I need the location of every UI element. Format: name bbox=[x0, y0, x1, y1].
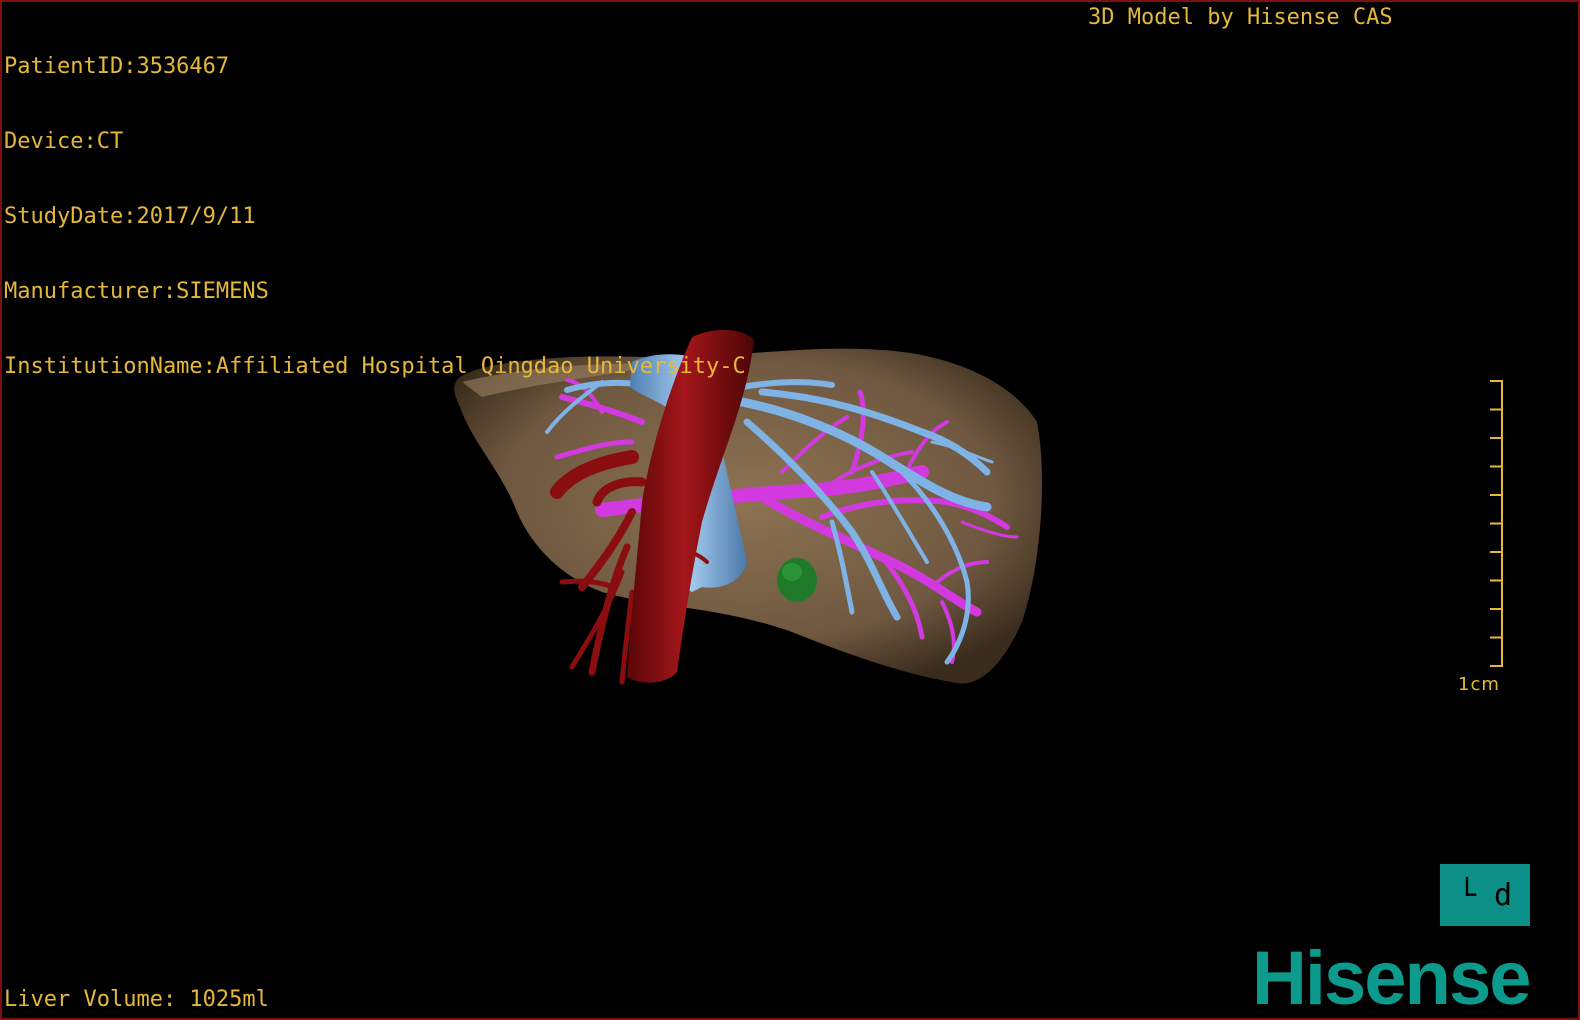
liver-volume-label: Liver Volume: 1025ml bbox=[4, 987, 269, 1012]
scale-unit-label: 1cm bbox=[1458, 674, 1500, 695]
institution-label: InstitutionName:Affiliated Hospital Qing… bbox=[4, 354, 746, 379]
manufacturer-label: Manufacturer:SIEMENS bbox=[4, 279, 269, 304]
dicom-info-block: PatientID:3536467 Device:CT StudyDate:20… bbox=[4, 4, 746, 429]
study-date-label: StudyDate:2017/9/11 bbox=[4, 204, 256, 229]
device-label: Device:CT bbox=[4, 129, 124, 154]
orientation-cube[interactable]: └ d bbox=[1440, 864, 1530, 926]
brand-text: Hisense bbox=[1252, 936, 1530, 1020]
patient-id-label: PatientID:3536467 bbox=[4, 54, 230, 79]
3d-viewport[interactable]: PatientID:3536467 Device:CT StudyDate:20… bbox=[0, 0, 1580, 1020]
scale-bar bbox=[1490, 380, 1503, 667]
hisense-logo: Hisense bbox=[1252, 936, 1532, 1020]
orientation-label: └ d bbox=[1457, 877, 1513, 913]
model-credit-label: 3D Model by Hisense CAS bbox=[1088, 5, 1393, 30]
